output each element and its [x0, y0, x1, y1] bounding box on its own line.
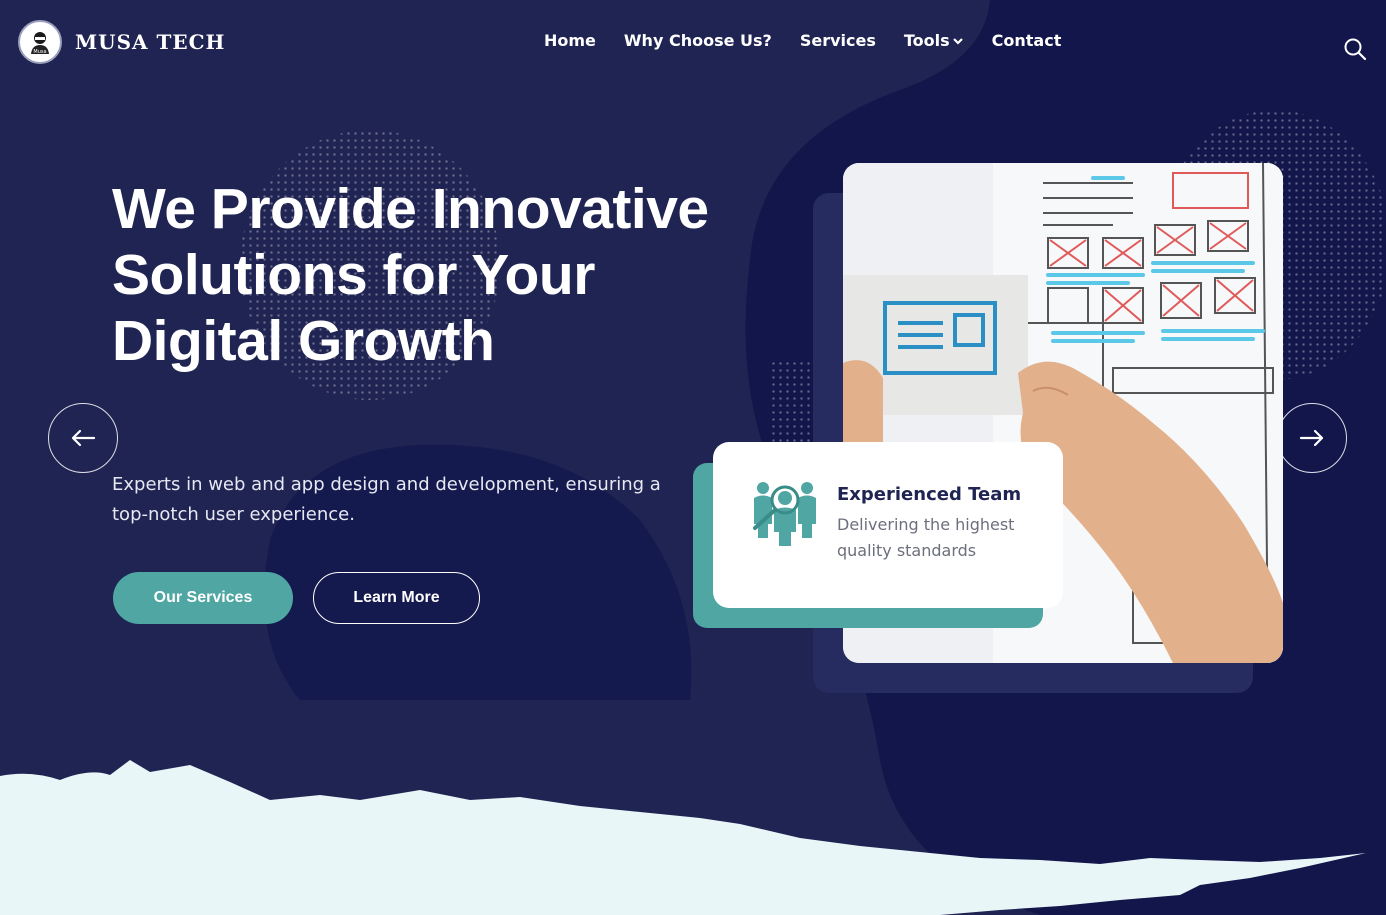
search-icon[interactable] — [1343, 37, 1367, 61]
hero-subtitle: Experts in web and app design and develo… — [112, 474, 661, 525]
nav-tools[interactable]: Tools — [904, 31, 964, 50]
logo-caption: Musa — [33, 49, 46, 55]
next-slide-button[interactable] — [1277, 403, 1347, 473]
nav-label: Services — [799, 31, 876, 50]
learn-more-button[interactable]: Learn More — [313, 572, 480, 624]
brand-logo[interactable]: Musa MUSA TECH — [18, 20, 225, 64]
nav-label: Why Choose Us? — [623, 31, 772, 50]
nav-label: Tools — [903, 31, 950, 50]
feature-card: Experienced Team Delivering the highest … — [713, 442, 1063, 608]
nav-home[interactable]: Home — [544, 31, 596, 50]
feature-card-title: Experienced Team — [837, 484, 1022, 505]
nav-label: Contact — [991, 31, 1062, 50]
mascot-logo-icon: Musa — [18, 20, 62, 64]
feature-card-text: Delivering the highest quality standards — [837, 515, 1015, 560]
arrow-right-icon — [1299, 429, 1324, 447]
nav-label: Home — [544, 31, 596, 50]
chevron-down-icon — [952, 37, 963, 45]
dot-pattern — [770, 360, 810, 450]
main-nav: Home Why Choose Us? Services Tools Conta… — [544, 31, 1061, 50]
prev-slide-button[interactable] — [48, 403, 118, 473]
nav-why-choose-us[interactable]: Why Choose Us? — [624, 31, 772, 50]
our-services-button[interactable]: Our Services — [113, 572, 293, 624]
brand-name: MUSA TECH — [75, 30, 226, 54]
hero-title: We Provide Innovative Solutions for Your… — [112, 177, 709, 373]
nav-services[interactable]: Services — [800, 31, 876, 50]
team-search-icon — [753, 482, 816, 546]
arrow-left-icon — [71, 429, 96, 447]
nav-contact[interactable]: Contact — [992, 31, 1062, 50]
